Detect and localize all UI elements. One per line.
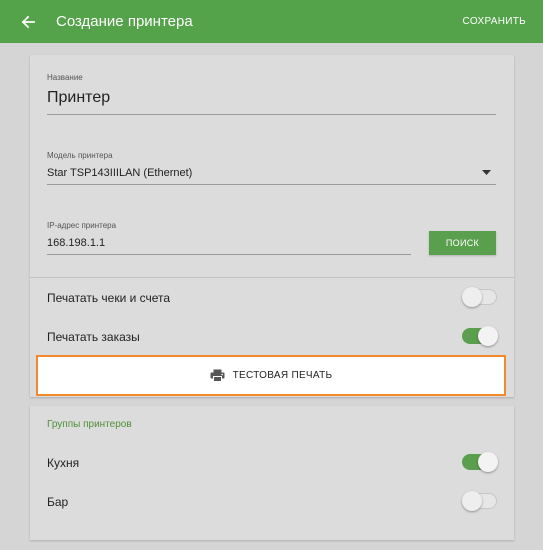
printer-icon: [210, 369, 225, 382]
toggle-knob: [478, 326, 498, 346]
test-print-button[interactable]: ТЕСТОВАЯ ПЕЧАТЬ: [36, 355, 506, 396]
name-field-underline: [47, 114, 496, 115]
ip-address-field[interactable]: 168.198.1.1: [47, 237, 105, 249]
model-select-underline: [47, 184, 496, 185]
page-title: Создание принтера: [56, 13, 193, 30]
group-toggle-kitchen[interactable]: [462, 452, 498, 472]
test-print-label: ТЕСТОВАЯ ПЕЧАТЬ: [232, 370, 333, 381]
search-button[interactable]: ПОИСК: [429, 231, 496, 255]
model-select[interactable]: Star TSP143IIILAN (Ethernet): [47, 167, 192, 179]
save-button[interactable]: СОХРАНИТЬ: [463, 16, 526, 27]
print-orders-toggle[interactable]: [462, 326, 498, 346]
ip-field-label: IP-адрес принтера: [47, 221, 117, 230]
back-button[interactable]: [8, 0, 48, 43]
toggle-knob: [462, 491, 482, 511]
group-toggle-bar[interactable]: [462, 491, 497, 511]
group-label-bar: Бар: [47, 495, 69, 509]
toggle-knob: [462, 287, 482, 307]
ip-field-underline: [47, 254, 411, 255]
name-field[interactable]: Принтер: [47, 89, 110, 107]
print-receipts-toggle[interactable]: [462, 287, 497, 307]
group-label-kitchen: Кухня: [47, 456, 80, 470]
print-receipts-label: Печатать чеки и счета: [47, 291, 171, 305]
chevron-down-icon[interactable]: [482, 170, 491, 176]
arrow-left-icon: [21, 15, 35, 28]
app-bar: Создание принтера СОХРАНИТЬ: [0, 0, 543, 43]
name-field-label: Название: [47, 73, 83, 82]
print-orders-label: Печатать заказы: [47, 330, 140, 344]
divider: [30, 277, 514, 278]
toggle-knob: [478, 452, 498, 472]
model-field-label: Модель принтера: [47, 151, 113, 160]
groups-title: Группы принтеров: [47, 419, 132, 430]
